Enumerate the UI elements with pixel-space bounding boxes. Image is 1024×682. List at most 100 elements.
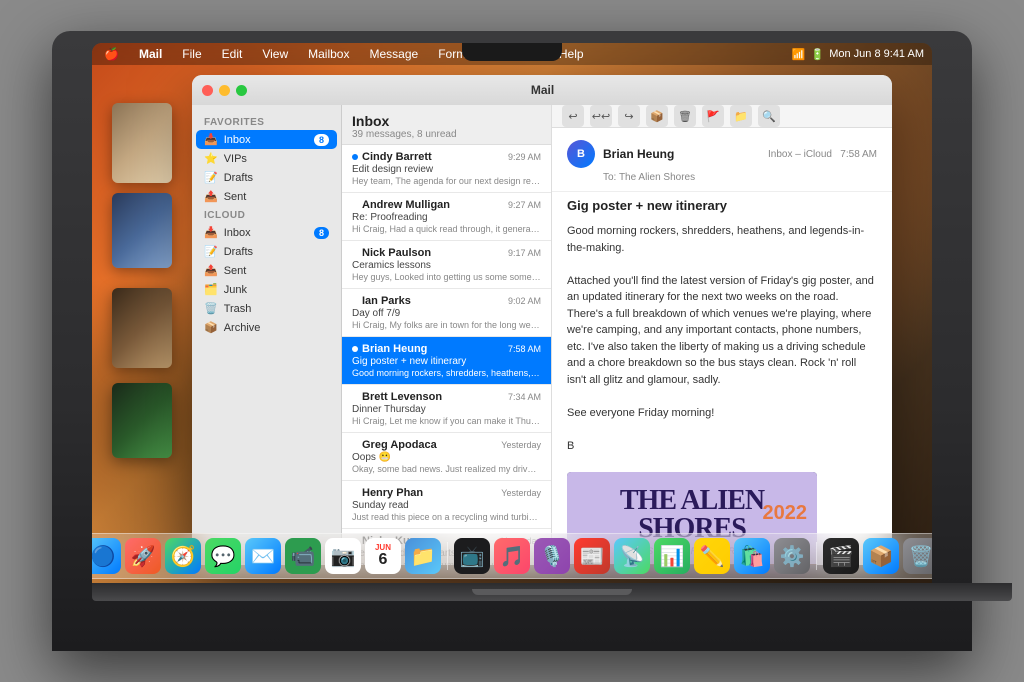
sidebar-item-icloud-inbox[interactable]: 📥 Inbox 8: [192, 223, 341, 242]
dock-icon-launchpad[interactable]: 🚀: [125, 538, 161, 574]
wifi-icon: 📶: [792, 48, 806, 61]
dock-icon-appstore[interactable]: 🛍️: [734, 538, 770, 574]
desktop-thumb-1: [112, 103, 172, 183]
dock-icon-music[interactable]: 🎵: [494, 538, 530, 574]
mail-item-preview: Okay, some bad news. Just realized my dr…: [352, 464, 541, 474]
desktop-thumb-3: [112, 288, 172, 368]
mail-item-from: Brett Levenson: [352, 391, 442, 403]
dock-icon-facetime[interactable]: 📹: [285, 538, 321, 574]
drafts-icon: 📝: [204, 171, 218, 184]
mail-item-preview: Just read this piece on a recycling wind…: [352, 512, 541, 522]
view-menu[interactable]: View: [258, 47, 292, 61]
dock-icon-finalcut[interactable]: 🎬: [823, 538, 859, 574]
mail-item-preview: Hey guys, Looked into getting us some so…: [352, 272, 541, 282]
trash-mail-icon: 🗑️: [204, 302, 218, 315]
app-name-menu[interactable]: Mail: [135, 47, 166, 61]
dock-icon-numbers[interactable]: 📊: [654, 538, 690, 574]
dock-icon-messages[interactable]: 💬: [205, 538, 241, 574]
edit-menu[interactable]: Edit: [218, 47, 247, 61]
reading-toolbar: ↩ ↩↩ ↪ 📦 🗑 🚩 📁 🔍: [552, 105, 892, 128]
dock-icon-settings[interactable]: ⚙️: [774, 538, 810, 574]
search-toolbar-button[interactable]: 🔍: [758, 105, 780, 127]
dock-icon-finder[interactable]: 🔵: [92, 538, 121, 574]
sidebar-item-archive[interactable]: 📦 Archive: [192, 318, 341, 337]
dock-icon-podcasts[interactable]: 🎙️: [534, 538, 570, 574]
mail-item-header: Andrew Mulligan 9:27 AM: [352, 199, 541, 211]
desktop: 🍎 Mail File Edit View Mailbox Message Fo…: [92, 43, 932, 583]
sent-icon: 📤: [204, 190, 218, 203]
sidebar-item-inbox[interactable]: 📥 Inbox 8: [196, 130, 337, 149]
drafts-label: Drafts: [224, 172, 253, 184]
email-time: 7:58 AM: [840, 149, 877, 160]
dock-icon-airdrop[interactable]: 📡: [614, 538, 650, 574]
mail-item-time: 9:17 AM: [508, 248, 541, 258]
mail-item-header: Greg Apodaca Yesterday: [352, 439, 541, 451]
sidebar-item-icloud-sent[interactable]: 📤 Sent: [192, 261, 341, 280]
menubar-right: 📶 🔋 Mon Jun 8 9:41 AM: [792, 48, 924, 61]
mail-item[interactable]: Henry Phan Yesterday Sunday read Just re…: [342, 481, 551, 529]
mail-item[interactable]: Andrew Mulligan 9:27 AM Re: Proofreading…: [342, 193, 551, 241]
flag-button[interactable]: 🚩: [702, 105, 724, 127]
mail-item[interactable]: Brett Levenson 7:34 AM Dinner Thursday H…: [342, 385, 551, 433]
dock-container: 🔵 🚀 🧭 💬 ✉️ 📹 📷 JUN6 📁 📺 🎵 🎙️ 📰: [92, 533, 932, 579]
sidebar-item-junk[interactable]: 🗂️ Junk: [192, 280, 341, 299]
dock-icon-photos[interactable]: 📷: [325, 538, 361, 574]
mail-item[interactable]: Nick Paulson 9:17 AM Ceramics lessons He…: [342, 241, 551, 289]
email-source: Inbox – iCloud: [768, 149, 832, 160]
trash-label: Trash: [224, 303, 252, 315]
icloud-inbox-label: Inbox: [224, 227, 251, 239]
apple-menu[interactable]: 🍎: [100, 47, 123, 61]
mail-item-header: Cindy Barrett 9:29 AM: [352, 151, 541, 163]
mail-body: Favorites 📥 Inbox 8 ⭐ VIPs 📝 Drafts: [192, 105, 892, 565]
macbook-foot: [472, 589, 632, 595]
inbox-badge: 8: [314, 134, 329, 146]
sidebar-item-trash[interactable]: 🗑️ Trash: [192, 299, 341, 318]
desktop-thumb-2: [112, 193, 172, 268]
mailbox-menu[interactable]: Mailbox: [304, 47, 353, 61]
mail-item-header: Nick Paulson 9:17 AM: [352, 247, 541, 259]
message-menu[interactable]: Message: [365, 47, 422, 61]
archive-toolbar-button[interactable]: 📦: [646, 105, 668, 127]
sidebar-item-sent[interactable]: 📤 Sent: [192, 187, 341, 206]
forward-button[interactable]: ↪: [618, 105, 640, 127]
dock-icon-trash[interactable]: 🗑️: [903, 538, 932, 574]
dock: 🔵 🚀 🧭 💬 ✉️ 📹 📷 JUN6 📁 📺 🎵 🎙️ 📰: [92, 533, 932, 579]
mail-item-subject: Oops 😬: [352, 452, 541, 463]
mail-item-time: 9:02 AM: [508, 296, 541, 306]
notch: [462, 43, 562, 61]
mail-item-header: Brian Heung 7:58 AM: [352, 343, 541, 355]
mail-item-from: Andrew Mulligan: [352, 199, 450, 211]
mail-item[interactable]: Greg Apodaca Yesterday Oops 😬 Okay, some…: [342, 433, 551, 481]
mail-item[interactable]: Cindy Barrett 9:29 AM Edit design review…: [342, 145, 551, 193]
favorites-header: Favorites: [192, 113, 341, 130]
icloud-header: iCloud: [192, 206, 341, 223]
mail-item-active[interactable]: Brian Heung 7:58 AM Gig poster + new iti…: [342, 337, 551, 385]
dock-icon-appletv[interactable]: 📺: [454, 538, 490, 574]
dock-icon-calendar[interactable]: JUN6: [365, 538, 401, 574]
icloud-inbox-icon: 📥: [204, 226, 218, 239]
sidebar-item-icloud-drafts[interactable]: 📝 Drafts: [192, 242, 341, 261]
dock-icon-notes[interactable]: ✏️: [694, 538, 730, 574]
archive-icon: 📦: [204, 321, 218, 334]
email-subject: Gig poster + new itinerary: [552, 192, 892, 213]
mail-list-subtitle: 39 messages, 8 unread: [352, 129, 541, 140]
mail-item-preview: Hi Craig, Had a quick read through, it g…: [352, 224, 541, 234]
dock-icon-news[interactable]: 📰: [574, 538, 610, 574]
file-menu[interactable]: File: [178, 47, 205, 61]
mail-item-time: Yesterday: [501, 488, 541, 498]
dock-icon-mail[interactable]: ✉️: [245, 538, 281, 574]
dock-icon-box1[interactable]: 📦: [863, 538, 899, 574]
reply-button[interactable]: ↩: [562, 105, 584, 127]
mail-list: Inbox 39 messages, 8 unread Cindy Barret…: [342, 105, 552, 565]
battery-icon: 🔋: [811, 48, 825, 61]
move-button[interactable]: 📁: [730, 105, 752, 127]
mail-item[interactable]: Ian Parks 9:02 AM Day off 7/9 Hi Craig, …: [342, 289, 551, 337]
reply-all-button[interactable]: ↩↩: [590, 105, 612, 127]
recipient-row: To: The Alien Shores: [567, 172, 877, 183]
sidebar-item-vips[interactable]: ⭐ VIPs: [192, 149, 341, 168]
junk-label: Junk: [224, 284, 247, 296]
sidebar-item-drafts[interactable]: 📝 Drafts: [192, 168, 341, 187]
dock-icon-files[interactable]: 📁: [405, 538, 441, 574]
dock-icon-safari[interactable]: 🧭: [165, 538, 201, 574]
delete-button[interactable]: 🗑: [674, 105, 696, 127]
